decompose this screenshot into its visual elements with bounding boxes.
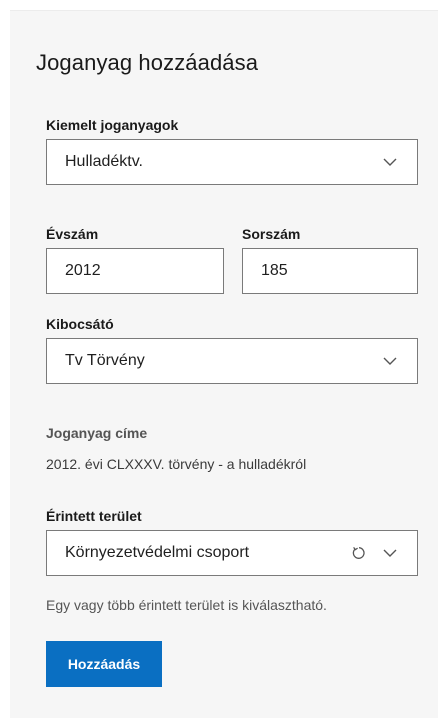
law-title-label: Joganyag címe: [46, 425, 148, 441]
number-label: Sorszám: [242, 226, 301, 242]
area-multiselect[interactable]: Környezetvédelmi csoport: [46, 530, 418, 576]
add-button[interactable]: Hozzáadás: [46, 641, 162, 687]
year-input-value: 2012: [65, 262, 101, 279]
reset-icon[interactable]: [351, 545, 367, 561]
featured-select[interactable]: Hulladéktv.: [46, 139, 418, 185]
chevron-down-icon[interactable]: [383, 546, 397, 560]
issuer-label: Kibocsátó: [46, 316, 114, 332]
area-label: Érintett terület: [46, 508, 142, 524]
area-multiselect-value: Környezetvédelmi csoport: [65, 544, 250, 561]
number-input[interactable]: 185: [242, 248, 418, 294]
number-input-value: 185: [261, 262, 288, 279]
featured-label: Kiemelt joganyagok: [46, 117, 179, 133]
area-helper-text: Egy vagy több érintett terület is kivála…: [46, 597, 327, 613]
law-title-value: 2012. évi CLXXXV. törvény - a hulladékró…: [46, 456, 307, 472]
year-input[interactable]: 2012: [46, 248, 224, 294]
chevron-down-icon: [383, 155, 397, 169]
year-label: Évszám: [46, 226, 99, 242]
featured-select-value: Hulladéktv.: [65, 153, 143, 170]
page-title: Joganyag hozzáadása: [36, 50, 259, 75]
chevron-down-icon: [383, 354, 397, 368]
issuer-select[interactable]: Tv Törvény: [46, 338, 418, 384]
issuer-select-value: Tv Törvény: [65, 352, 145, 369]
